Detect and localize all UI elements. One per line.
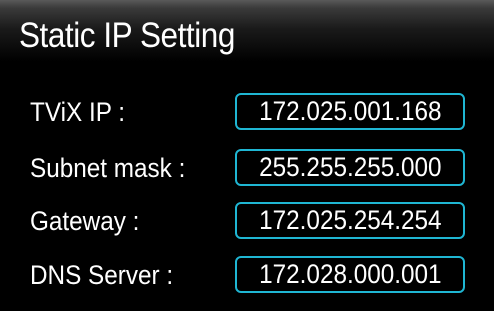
gateway-label: Gateway : <box>30 206 140 236</box>
tvix-ip-value: 172.025.001.168 <box>258 96 442 126</box>
dns-server-value: 172.028.000.001 <box>258 259 442 289</box>
gateway-value: 172.025.254.254 <box>258 205 442 235</box>
dns-server-row: DNS Server : 172.028.000.001 <box>0 255 494 295</box>
gateway-field[interactable]: 172.025.254.254 <box>235 202 465 239</box>
tvix-ip-row: TViX IP : 172.025.001.168 <box>0 92 494 132</box>
subnet-mask-field[interactable]: 255.255.255.000 <box>235 149 465 186</box>
subnet-mask-label: Subnet mask : <box>30 153 186 183</box>
title-bar: Static IP Setting <box>0 0 494 82</box>
tvix-ip-label: TViX IP : <box>30 97 126 127</box>
dialog-title: Static IP Setting <box>19 16 235 55</box>
subnet-mask-value: 255.255.255.000 <box>258 152 442 182</box>
subnet-mask-row: Subnet mask : 255.255.255.000 <box>0 148 494 188</box>
tvix-ip-field[interactable]: 172.025.001.168 <box>235 93 465 130</box>
dns-server-field[interactable]: 172.028.000.001 <box>235 256 465 293</box>
dns-server-label: DNS Server : <box>30 260 174 290</box>
static-ip-dialog: Static IP Setting TViX IP : 172.025.001.… <box>0 0 494 311</box>
gateway-row: Gateway : 172.025.254.254 <box>0 201 494 241</box>
